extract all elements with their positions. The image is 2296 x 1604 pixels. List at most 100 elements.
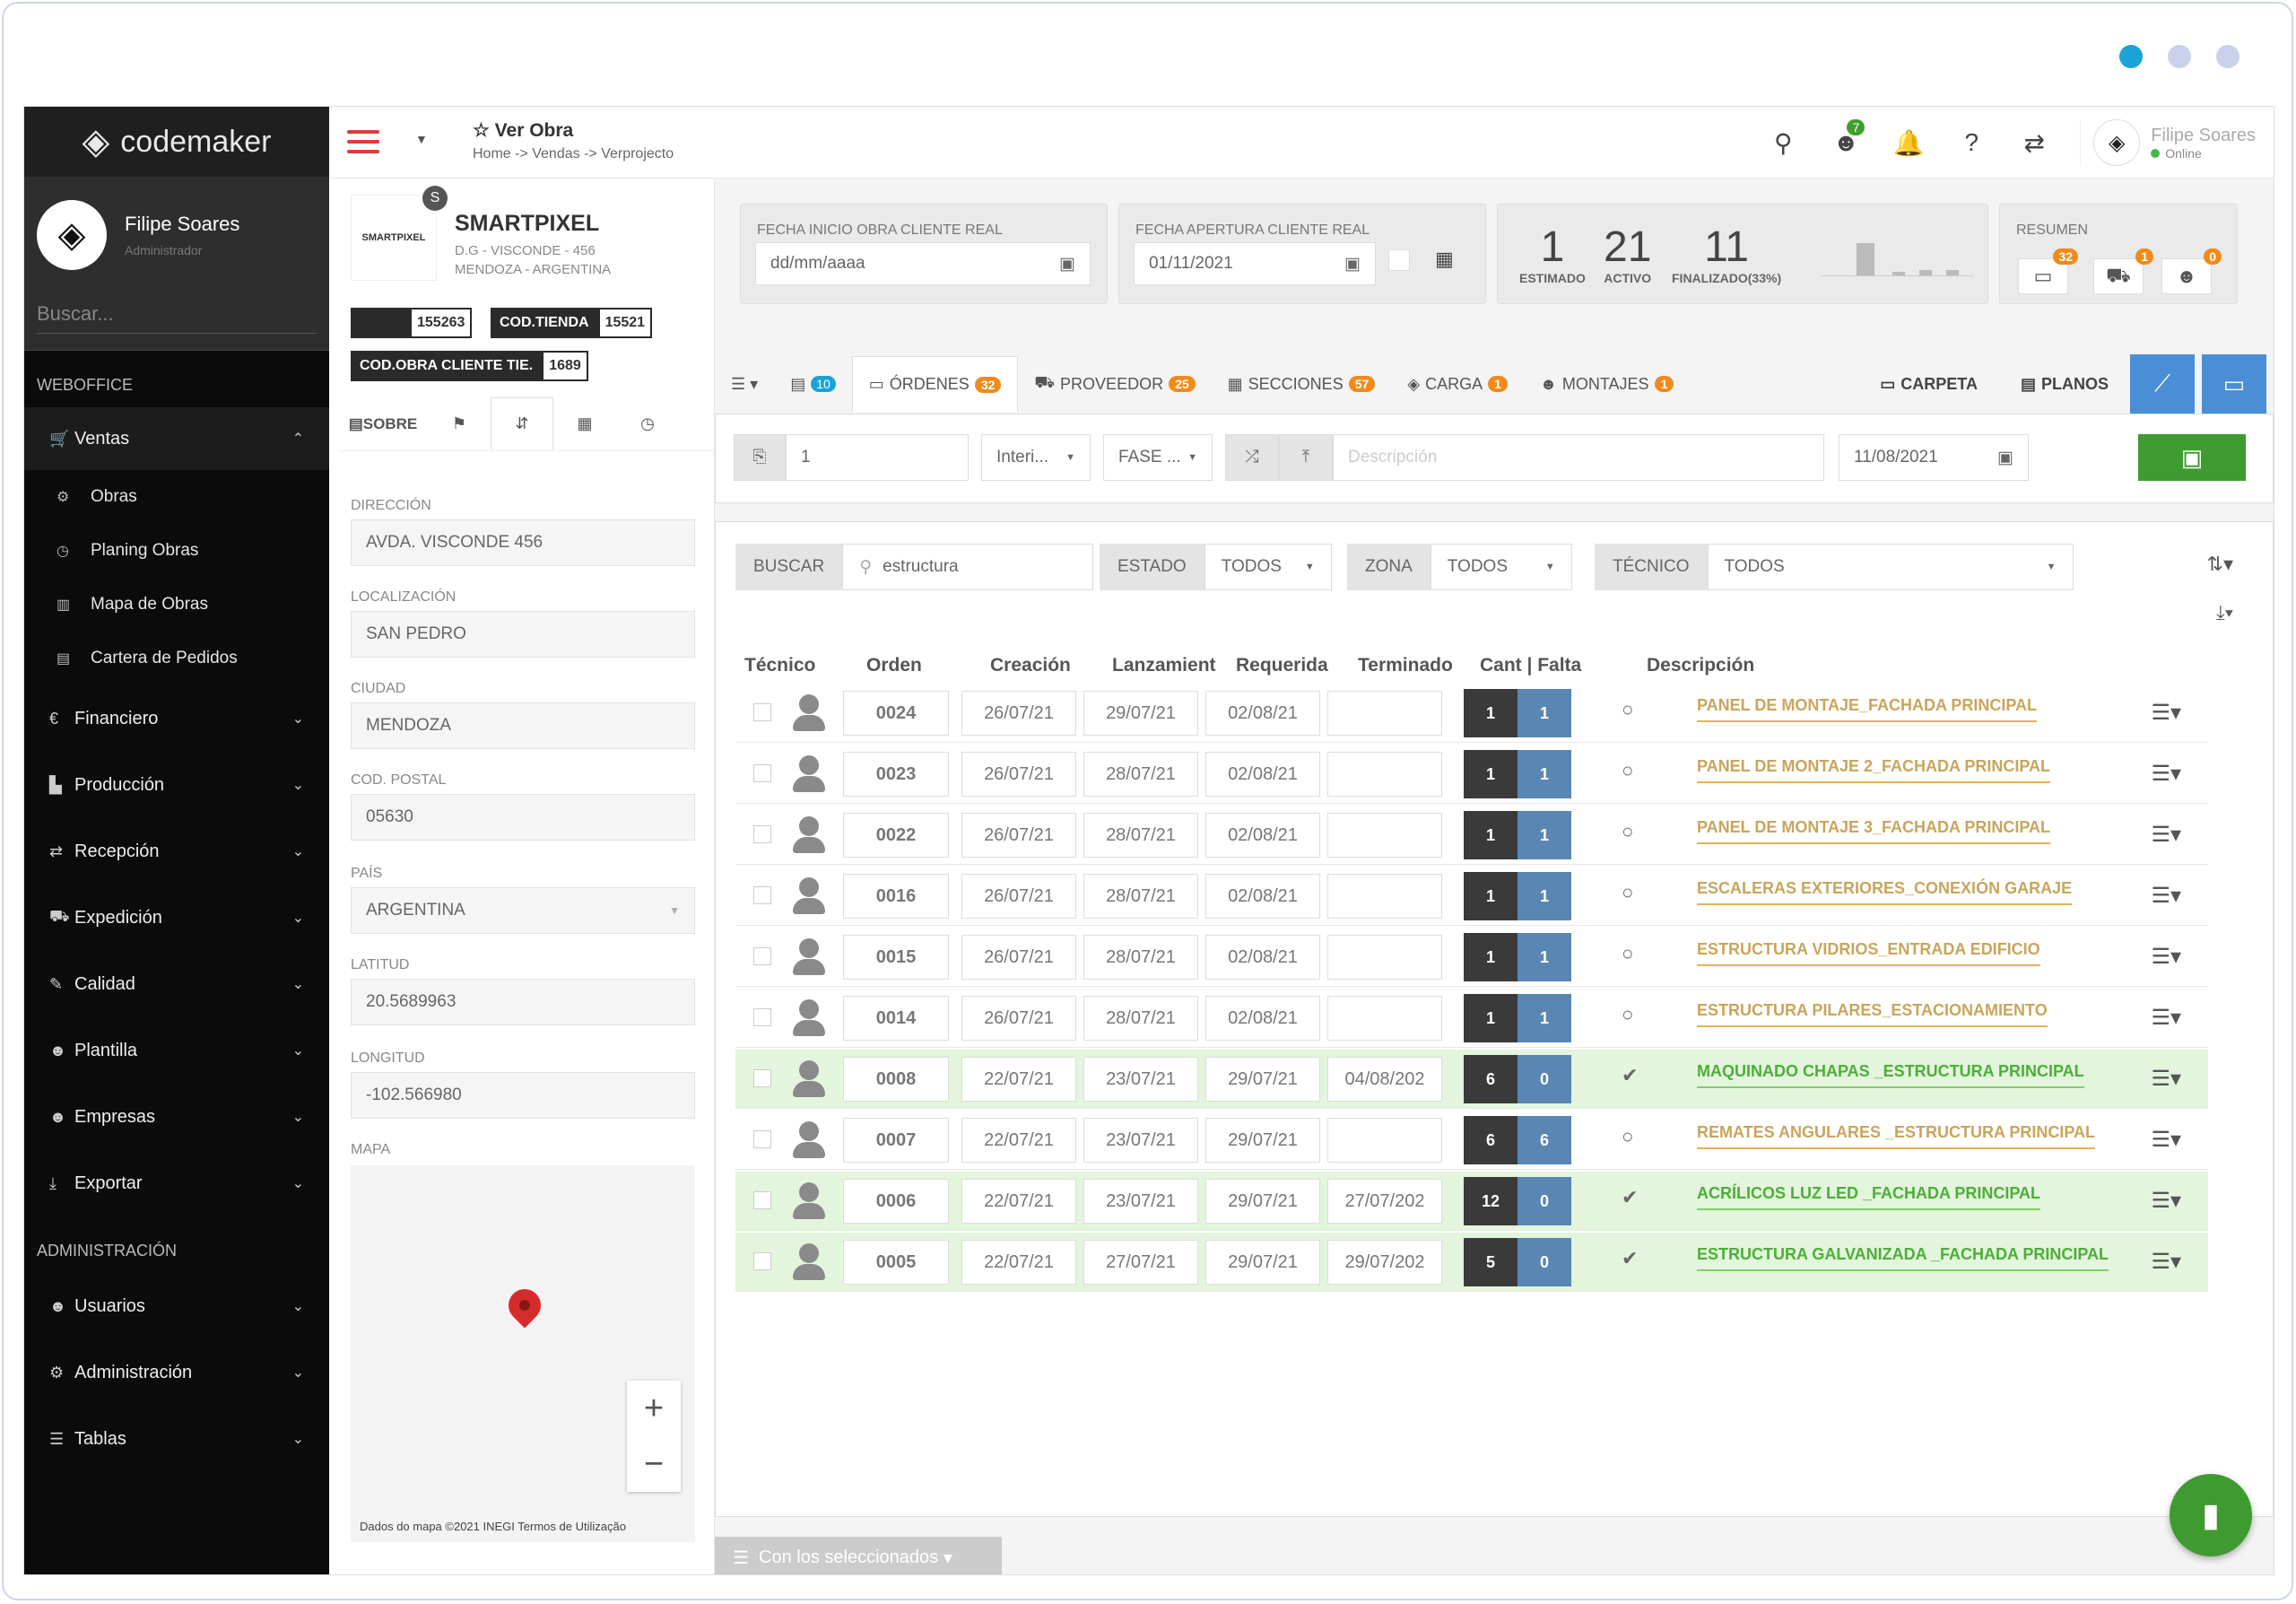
tab-flag[interactable]: ⚑ xyxy=(428,397,491,450)
truck-icon[interactable]: ⛟ 1 xyxy=(2093,248,2153,294)
localizacion-field[interactable]: SAN PEDRO xyxy=(351,611,695,658)
order-description-link[interactable]: PANEL DE MONTAJE_FACHADA PRINCIPAL xyxy=(1697,696,2038,722)
row-checkbox[interactable] xyxy=(753,764,771,782)
map-pin-icon[interactable] xyxy=(501,1282,548,1329)
col-lanzamiento[interactable]: Lanzamient xyxy=(1112,655,1216,676)
postal-field[interactable]: 05630 xyxy=(351,794,695,841)
technician-avatar-icon[interactable] xyxy=(791,1060,827,1098)
map[interactable]: + − Dados do mapa ©2021 INEGI Termos de … xyxy=(351,1165,695,1542)
tab-location[interactable]: ⇵ xyxy=(491,397,553,450)
technician-avatar-icon[interactable] xyxy=(791,1121,827,1159)
technician-avatar-icon[interactable] xyxy=(791,1243,827,1281)
row-checkbox[interactable] xyxy=(753,1008,771,1026)
tab-sobre[interactable]: ▤ SOBRE xyxy=(338,397,428,450)
col-terminado[interactable]: Terminado xyxy=(1358,655,1453,676)
table-row[interactable]: 0014 26/07/21 28/07/21 02/08/21 1 1 ○ ESTRUCTUR… xyxy=(735,989,2208,1048)
technician-avatar-icon[interactable] xyxy=(791,999,827,1037)
sidebar-subitem-cartera[interactable]: ▤ Cartera de Pedidos xyxy=(24,632,329,685)
sidebar-search[interactable]: Buscar... xyxy=(24,293,329,351)
map-attribution[interactable]: Dados do mapa ©2021 INEGI Termos de Util… xyxy=(360,1520,626,1533)
latitud-field[interactable]: 20.5689963 xyxy=(351,979,695,1025)
caret-down-icon[interactable]: ▼ xyxy=(415,132,428,146)
tecnico-select[interactable]: TODOS ▼ xyxy=(1707,544,2074,590)
download-icon[interactable]: ⤓▾ xyxy=(2216,601,2233,624)
row-menu-icon[interactable]: ☰▾ xyxy=(2151,822,2181,848)
row-menu-icon[interactable]: ☰▾ xyxy=(2151,761,2181,787)
col-cant-falta[interactable]: Cant | Falta xyxy=(1480,655,1581,676)
col-tecnico[interactable]: Técnico xyxy=(744,655,815,676)
order-number[interactable]: 0006 xyxy=(843,1179,949,1224)
technician-avatar-icon[interactable] xyxy=(791,816,827,854)
order-number[interactable]: 0022 xyxy=(843,813,949,858)
col-requerida[interactable]: Requerida xyxy=(1236,655,1328,676)
carpeta-button[interactable]: ▭ CARPETA xyxy=(1858,375,1999,394)
breadcrumb[interactable]: Home -> Vendas -> Verprojecto xyxy=(473,146,674,162)
sidebar-item-produccion[interactable]: ▙ Producción ⌄ xyxy=(24,752,329,818)
quantity-input[interactable]: 1 xyxy=(786,434,969,481)
fase-select[interactable]: FASE ... ▼ xyxy=(1103,434,1213,481)
search-input[interactable]: ⚲ estructura xyxy=(842,544,1094,590)
fecha-inicio-input[interactable]: dd/mm/aaaa ▣ xyxy=(755,242,1091,285)
table-row[interactable]: 0016 26/07/21 28/07/21 02/08/21 1 1 ○ ESCALERAS… xyxy=(735,867,2208,926)
row-menu-icon[interactable]: ☰▾ xyxy=(2151,944,2181,970)
window-dot[interactable] xyxy=(2168,45,2191,68)
sidebar-item-ventas[interactable]: 🛒 Ventas ⌃ xyxy=(24,407,329,470)
technician-avatar-icon[interactable] xyxy=(791,877,827,915)
order-number[interactable]: 0007 xyxy=(843,1118,949,1163)
calendar-icon[interactable]: ▣ xyxy=(1344,254,1361,275)
search-input[interactable]: Buscar... xyxy=(37,302,317,334)
pais-select[interactable]: ARGENTINA ▼ xyxy=(351,887,695,934)
stats-fab-button[interactable]: ▮ xyxy=(2170,1474,2252,1556)
tab-clock[interactable]: ◷ xyxy=(616,397,679,450)
user-notifications-icon[interactable]: ☻ 7 xyxy=(1814,119,1877,157)
zona-select[interactable]: TODOS ▼ xyxy=(1430,544,1572,590)
row-menu-icon[interactable]: ☰▾ xyxy=(2151,1127,2181,1153)
sidebar-item-recepcion[interactable]: ⇄ Recepción ⌄ xyxy=(24,818,329,885)
planos-button[interactable]: ▤ PLANOS xyxy=(1999,375,2130,394)
row-checkbox[interactable] xyxy=(753,825,771,843)
tab-documents[interactable]: ▤ 10 xyxy=(774,356,852,412)
building-icon[interactable]: ▦ xyxy=(1435,248,1454,271)
help-icon[interactable]: ? xyxy=(1940,128,2003,157)
col-descripcion[interactable]: Descripción xyxy=(1647,655,1754,676)
technician-avatar-icon[interactable] xyxy=(791,694,827,732)
table-row[interactable]: 0023 26/07/21 28/07/21 02/08/21 1 1 ○ PANEL DE … xyxy=(735,745,2208,804)
row-checkbox[interactable] xyxy=(753,1191,771,1209)
save-button[interactable]: ▣ xyxy=(2138,434,2246,481)
user-menu[interactable]: ◈ Filipe Soares Online xyxy=(2080,119,2256,166)
order-number[interactable]: 0023 xyxy=(843,752,949,797)
monitor-view-button[interactable]: ▭ xyxy=(2202,354,2266,414)
exchange-icon[interactable]: ⇄ xyxy=(2003,128,2066,158)
table-row[interactable]: 0015 26/07/21 28/07/21 02/08/21 1 1 ○ ESTRUCTUR… xyxy=(735,928,2208,987)
row-menu-icon[interactable]: ☰▾ xyxy=(2151,1005,2181,1031)
fecha-apertura-input[interactable]: 01/11/2021 ▣ xyxy=(1134,242,1376,285)
bell-icon[interactable]: 🔔 xyxy=(1877,128,1940,158)
technician-avatar-icon[interactable] xyxy=(791,755,827,793)
calendar-icon[interactable]: ▣ xyxy=(1997,448,2013,468)
order-description-link[interactable]: ACRÍLICOS LUZ LED _FACHADA PRINCIPAL xyxy=(1697,1184,2041,1210)
user-icon[interactable]: ☻ 0 xyxy=(2161,248,2222,294)
list-menu-icon[interactable]: ☰ ▾ xyxy=(715,356,774,412)
order-number[interactable]: 0014 xyxy=(843,996,949,1041)
order-number[interactable]: 0024 xyxy=(843,691,949,736)
row-checkbox[interactable] xyxy=(753,947,771,965)
technician-avatar-icon[interactable] xyxy=(791,1182,827,1220)
table-row[interactable]: 0008 22/07/21 23/07/21 29/07/21 04/08/202 6 0 ✔… xyxy=(735,1050,2208,1109)
description-input[interactable]: Descripción xyxy=(1333,434,1824,481)
shuffle-icon[interactable]: ⤮ xyxy=(1225,434,1279,481)
copy-icon[interactable]: ⎘ xyxy=(734,434,786,481)
direccion-field[interactable]: AVDA. VISCONDE 456 xyxy=(351,519,695,566)
table-row[interactable]: 0005 22/07/21 27/07/21 29/07/21 29/07/202 5 0 ✔… xyxy=(735,1233,2208,1292)
zoom-in-button[interactable]: + xyxy=(627,1381,681,1436)
order-number[interactable]: 0016 xyxy=(843,874,949,919)
tab-carga[interactable]: ◈ CARGA 1 xyxy=(1391,356,1524,412)
order-description-link[interactable]: ESCALERAS EXTERIORES_CONEXIÓN GARAJE xyxy=(1697,879,2073,905)
sidebar-item-empresas[interactable]: ☻ Empresas ⌄ xyxy=(24,1084,329,1150)
order-description-link[interactable]: PANEL DE MONTAJE 2_FACHADA PRINCIPAL xyxy=(1697,757,2051,783)
sidebar-subitem-mapa[interactable]: ▥ Mapa de Obras xyxy=(24,578,329,632)
interior-select[interactable]: Interi... ▼ xyxy=(981,434,1091,481)
col-creacion[interactable]: Creación xyxy=(990,655,1071,676)
apertura-checkbox[interactable] xyxy=(1388,249,1410,271)
row-menu-icon[interactable]: ☰▾ xyxy=(2151,1249,2181,1275)
row-checkbox[interactable] xyxy=(753,886,771,904)
